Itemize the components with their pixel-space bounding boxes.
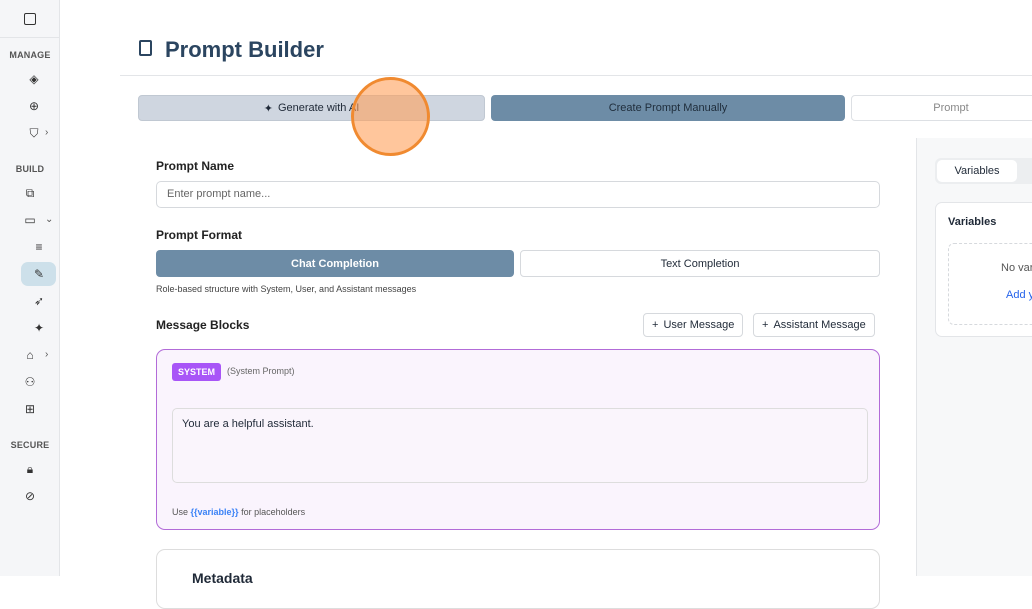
layers-icon[interactable]: ◈: [24, 72, 44, 86]
sparkles-icon[interactable]: ✦: [29, 321, 49, 335]
click-indicator: [351, 77, 430, 156]
system-message-block: SYSTEM (System Prompt) You are a helpful…: [156, 349, 880, 530]
format-text-completion[interactable]: Text Completion: [520, 250, 880, 277]
plus-icon: +: [762, 319, 769, 331]
metadata-section[interactable]: Metadata: [156, 549, 880, 609]
hint-prefix: Use: [172, 507, 191, 517]
prompt-name-input[interactable]: Enter prompt name...: [156, 181, 880, 208]
tab-create-manually[interactable]: Create Prompt Manually: [491, 95, 845, 121]
format-hint: Role-based structure with System, User, …: [156, 284, 417, 294]
prompt-name-label: Prompt Name: [156, 159, 235, 173]
hint-suffix: for placeholders: [238, 507, 306, 517]
page-title: Prompt Builder: [165, 37, 324, 62]
format-chat-completion[interactable]: Chat Completion: [156, 250, 514, 277]
sparkles-icon: ✦: [263, 102, 273, 115]
tab-variables[interactable]: Variables: [937, 160, 1017, 182]
variables-card: Variables No var Add y: [935, 202, 1032, 337]
tab-label: Generate with AI: [277, 102, 360, 114]
variable-hint: Use {{variable}} for placeholders: [172, 507, 305, 517]
workflow-icon[interactable]: ⧉: [20, 186, 40, 201]
tab-prompt[interactable]: Prompt: [851, 95, 1032, 121]
bot-icon[interactable]: ⌂: [20, 348, 40, 362]
variables-title: Variables: [948, 216, 997, 228]
binoculars-icon[interactable]: ⚇: [20, 375, 40, 389]
document-icon: [139, 40, 152, 56]
section-manage: MANAGE: [9, 50, 51, 60]
prompt-format-label: Prompt Format: [156, 228, 243, 242]
add-assistant-message-button[interactable]: + Assistant Message: [753, 313, 875, 337]
variables-empty-state: No var Add y: [948, 243, 1032, 325]
sidebar-toggle-icon[interactable]: [23, 12, 36, 25]
chevron-right-icon[interactable]: ›: [45, 349, 48, 360]
system-badge: SYSTEM: [172, 363, 222, 381]
section-build: BUILD: [15, 164, 45, 174]
section-secure: SECURE: [10, 440, 50, 450]
list-icon[interactable]: ≡: [29, 240, 49, 254]
add-user-message-button[interactable]: + User Message: [643, 313, 744, 337]
right-panel: Variables Variables No var Add y: [916, 138, 1032, 576]
plus-icon: +: [652, 319, 659, 331]
chevron-down-icon[interactable]: ⌄: [45, 214, 53, 225]
empty-text: No var: [1001, 262, 1032, 274]
system-subtitle: (System Prompt): [227, 366, 295, 376]
message-blocks-label: Message Blocks: [156, 318, 250, 332]
pencil-icon[interactable]: ✎: [29, 267, 49, 281]
button-label: User Message: [663, 319, 735, 331]
shield-off-icon[interactable]: ⊘: [20, 489, 40, 503]
hint-variable: {{variable}}: [190, 507, 239, 517]
chevron-right-icon[interactable]: ›: [45, 127, 48, 138]
shield-check-icon[interactable]: ⛉: [24, 126, 44, 141]
chat-icon[interactable]: ▭: [20, 213, 40, 227]
metadata-label: Metadata: [192, 570, 253, 586]
sidebar: MANAGE ◈ ⊕ ⛉ › BUILD ⧉ ▭ ⌄ ≡ ✎ ➶ ✦ ⌂ › ⚇ ⊞ …: [0, 0, 60, 576]
button-label: Assistant Message: [773, 319, 866, 331]
globe-icon[interactable]: ⊕: [24, 99, 44, 113]
add-variable-link[interactable]: Add y: [1006, 289, 1032, 301]
grid-icon[interactable]: ⊞: [20, 402, 40, 416]
system-prompt-textarea[interactable]: You are a helpful assistant.: [172, 408, 868, 483]
lock-icon[interactable]: 🔒︎: [20, 462, 40, 477]
panel-tabs: Variables: [935, 158, 1032, 184]
tab-generate-with-ai[interactable]: ✦ Generate with AI: [138, 95, 485, 121]
rocket-icon[interactable]: ➶: [29, 294, 49, 308]
